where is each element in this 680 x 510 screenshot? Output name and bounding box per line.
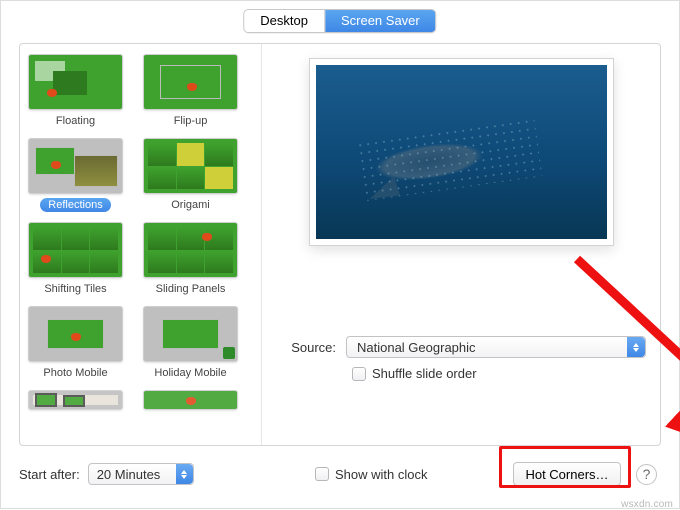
- ss-label: Origami: [163, 198, 218, 212]
- clock-checkbox[interactable]: [315, 467, 329, 481]
- tab-desktop[interactable]: Desktop: [244, 10, 324, 32]
- hot-corners-button[interactable]: Hot Corners…: [513, 462, 621, 486]
- source-value: National Geographic: [357, 340, 476, 355]
- bottom-bar: Start after: 20 Minutes Show with clock …: [19, 454, 661, 494]
- ss-item-photomobile[interactable]: Photo Mobile: [28, 306, 123, 380]
- ss-item-holiday[interactable]: Holiday Mobile: [143, 306, 238, 380]
- ss-item-flipup[interactable]: Flip-up: [143, 54, 238, 128]
- tab-segmented-control: Desktop Screen Saver: [243, 9, 436, 33]
- ss-item-sliding[interactable]: Sliding Panels: [143, 222, 238, 296]
- prefs-window: Desktop Screen Saver Floating Flip-up Re…: [0, 0, 680, 509]
- tab-screensaver[interactable]: Screen Saver: [324, 10, 436, 32]
- watermark: wsxdn.com: [621, 499, 673, 510]
- annotation-arrow: [562, 254, 680, 484]
- ss-label: Holiday Mobile: [146, 366, 234, 380]
- ss-item-reflections[interactable]: Reflections: [28, 138, 123, 212]
- clock-label: Show with clock: [335, 467, 427, 482]
- preview-frame: [309, 58, 614, 246]
- main-panel: Floating Flip-up Reflections Origami: [19, 43, 661, 446]
- ss-label: Sliding Panels: [148, 282, 234, 296]
- start-after-popup[interactable]: 20 Minutes: [88, 463, 194, 485]
- preview-image: [316, 65, 607, 239]
- ss-label: Photo Mobile: [35, 366, 115, 380]
- source-label: Source:: [280, 340, 336, 355]
- ss-label: Reflections: [40, 198, 110, 212]
- shuffle-checkbox[interactable]: [352, 367, 366, 381]
- start-after-value: 20 Minutes: [97, 467, 161, 482]
- preview-pane: Source: National Geographic Shuffle slid…: [262, 44, 660, 445]
- start-after-label: Start after:: [19, 467, 80, 482]
- ss-item-more[interactable]: [143, 390, 238, 410]
- ss-label: Flip-up: [166, 114, 216, 128]
- ss-item-shifting[interactable]: Shifting Tiles: [28, 222, 123, 296]
- updown-icon: [176, 464, 193, 484]
- ss-item-origami[interactable]: Origami: [143, 138, 238, 212]
- ss-label: Floating: [48, 114, 103, 128]
- shuffle-label: Shuffle slide order: [372, 366, 477, 381]
- ss-item-more[interactable]: [28, 390, 123, 410]
- ss-item-floating[interactable]: Floating: [28, 54, 123, 128]
- screensaver-list[interactable]: Floating Flip-up Reflections Origami: [20, 44, 262, 445]
- ss-label: Shifting Tiles: [36, 282, 114, 296]
- source-popup[interactable]: National Geographic: [346, 336, 646, 358]
- help-button[interactable]: ?: [636, 464, 657, 485]
- updown-icon: [627, 337, 645, 357]
